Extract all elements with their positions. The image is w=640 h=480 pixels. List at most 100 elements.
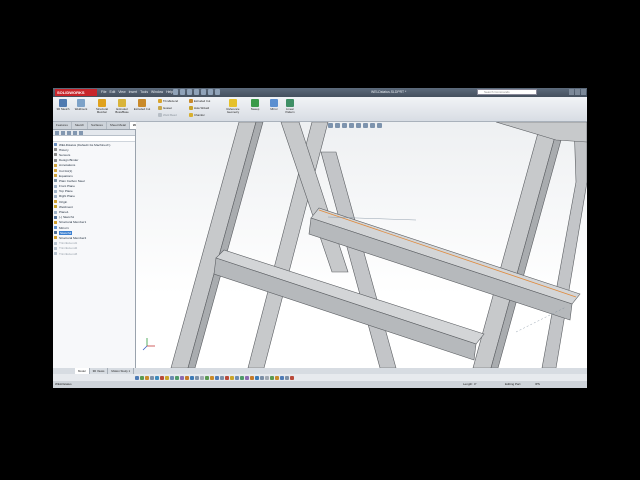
linear-pattern-icon	[286, 99, 294, 107]
menu-tools[interactable]: Tools	[140, 90, 148, 94]
ribbon-button-weldment[interactable]: Weldment	[73, 99, 89, 111]
toolbar-tool-icon[interactable]	[255, 375, 259, 380]
tab-surfaces[interactable]: Surfaces	[88, 122, 107, 129]
ribbon-small-extruded-cut[interactable]: Extruded Cut	[189, 99, 210, 103]
rebuild-icon[interactable]	[208, 89, 213, 95]
tree-item-label: Structural Member2	[59, 235, 87, 240]
save-icon[interactable]	[187, 89, 192, 95]
toolbar-tool-icon[interactable]	[155, 375, 159, 380]
toolbar-tool-icon[interactable]	[165, 375, 169, 380]
structural-member-left-leg-side	[187, 122, 264, 368]
ribbon-small-weld-bead[interactable]: Weld Bead	[158, 113, 177, 117]
ribbon-button-extruded-cut[interactable]: Extruded Cut	[133, 99, 151, 111]
hole-wizard-icon	[189, 106, 193, 110]
toolbar-tool-icon[interactable]	[270, 375, 274, 380]
menu-file[interactable]: File	[101, 90, 106, 94]
tree-item-label: Origin	[59, 199, 68, 204]
close-icon[interactable]	[581, 89, 586, 95]
maximize-icon[interactable]	[575, 89, 580, 95]
feature-tree-icon[interactable]	[55, 131, 59, 135]
toolbar-tool-icon[interactable]	[175, 375, 179, 380]
toolbar-tool-icon[interactable]	[290, 375, 294, 380]
toolbar-tool-icon[interactable]	[215, 375, 219, 380]
toolbar-tool-icon[interactable]	[135, 375, 139, 380]
toolbar-tool-icon[interactable]	[140, 375, 144, 380]
toolbar-tool-icon[interactable]	[190, 375, 194, 380]
menu-window[interactable]: Window	[151, 90, 163, 94]
feature-icon	[54, 241, 57, 245]
toolbar-tool-icon[interactable]	[145, 375, 149, 380]
tree-item-label: Annotations	[59, 163, 76, 168]
ribbon-button-sweep[interactable]: Sweep	[245, 99, 265, 111]
ribbon-button-extruded-boss[interactable]: Extruded Boss/Base	[113, 99, 131, 114]
toolbar-tool-icon[interactable]	[240, 375, 244, 380]
feature-icon	[54, 163, 57, 167]
tab-sketch[interactable]: Sketch	[72, 122, 89, 129]
toolbar-tool-icon[interactable]	[150, 375, 154, 380]
toolbar-tool-icon[interactable]	[280, 375, 284, 380]
ribbon-small-chamfer[interactable]: Chamfer	[189, 113, 205, 117]
feature-icon	[54, 169, 57, 173]
print-icon[interactable]	[194, 89, 199, 95]
toolbar-tool-icon[interactable]	[180, 375, 184, 380]
feature-icon	[54, 215, 57, 219]
ribbon-button-mirror[interactable]: Mirror	[267, 99, 281, 111]
feature-icon	[54, 179, 57, 183]
toolbar-tool-icon[interactable]	[260, 375, 264, 380]
menu-bar: File Edit View Insert Tools Window Help	[101, 90, 173, 94]
options-icon[interactable]	[215, 89, 220, 95]
toolbar-tool-icon[interactable]	[230, 375, 234, 380]
undo-icon[interactable]	[201, 89, 206, 95]
ribbon-button-3d-sketch[interactable]: 3D Sketch	[55, 99, 71, 111]
display-manager-icon[interactable]	[79, 131, 83, 135]
feature-icon	[54, 153, 57, 157]
ribbon-button-reference-geometry[interactable]: Reference Geometry	[223, 99, 243, 114]
structural-member-second-leg[interactable]	[247, 122, 329, 368]
toolbar-tool-icon[interactable]	[265, 375, 269, 380]
tab-sheet-metal[interactable]: Sheet Metal	[107, 122, 130, 129]
ribbon-small-gusset[interactable]: Gusset	[158, 106, 172, 110]
toolbar-tool-icon[interactable]	[225, 375, 229, 380]
tree-item-label: Sketch2	[59, 230, 73, 235]
extruded-boss-icon	[118, 99, 126, 107]
toolbar-tool-icon[interactable]	[170, 375, 174, 380]
toolbar-tool-icon[interactable]	[285, 375, 289, 380]
menu-view[interactable]: View	[118, 90, 125, 94]
graphics-area[interactable]	[136, 122, 587, 368]
toolbar-tool-icon[interactable]	[210, 375, 214, 380]
toolbar-tool-icon[interactable]	[245, 375, 249, 380]
reference-geometry-icon	[229, 99, 237, 107]
toolbar-tool-icon[interactable]	[235, 375, 239, 380]
ribbon-button-structural-member[interactable]: Structural Member	[93, 99, 111, 114]
feature-icon	[54, 210, 57, 214]
toolbar-tool-icon[interactable]	[220, 375, 224, 380]
dimxpert-icon[interactable]	[73, 131, 77, 135]
menu-help[interactable]: Help	[166, 90, 173, 94]
toolbar-tool-icon[interactable]	[200, 375, 204, 380]
tree-item[interactable]: Trim/Extend3	[54, 251, 135, 256]
property-manager-icon[interactable]	[61, 131, 65, 135]
toolbar-tool-icon[interactable]	[275, 375, 279, 380]
structural-member-right-leg[interactable]	[472, 122, 560, 368]
toolbar-tool-icon[interactable]	[160, 375, 164, 380]
ribbon-small-trim[interactable]: Trim/Extend	[158, 99, 178, 103]
minimize-icon[interactable]	[569, 89, 574, 95]
toolbar-tool-icon[interactable]	[195, 375, 199, 380]
toolbar-tool-icon[interactable]	[185, 375, 189, 380]
solidworks-logo: SOLIDWORKS	[55, 89, 97, 96]
status-units[interactable]: IPS	[535, 381, 540, 388]
toolbar-tool-icon[interactable]	[250, 375, 254, 380]
search-commands-input[interactable]: Search Commands	[477, 89, 537, 95]
new-icon[interactable]	[173, 89, 178, 95]
tab-features[interactable]: Features	[53, 122, 72, 129]
structural-member-left-leg[interactable]	[170, 122, 257, 368]
ribbon-small-hole-wizard[interactable]: Hole Wizard	[189, 106, 209, 110]
configuration-manager-icon[interactable]	[67, 131, 71, 135]
status-length: Length: 4"	[463, 382, 477, 386]
toolbar-tool-icon[interactable]	[205, 375, 209, 380]
menu-insert[interactable]: Insert	[129, 90, 137, 94]
open-icon[interactable]	[180, 89, 185, 95]
chamfer-icon	[189, 113, 193, 117]
menu-edit[interactable]: Edit	[109, 90, 115, 94]
ribbon-button-linear-pattern[interactable]: Linear Pattern	[282, 99, 298, 114]
